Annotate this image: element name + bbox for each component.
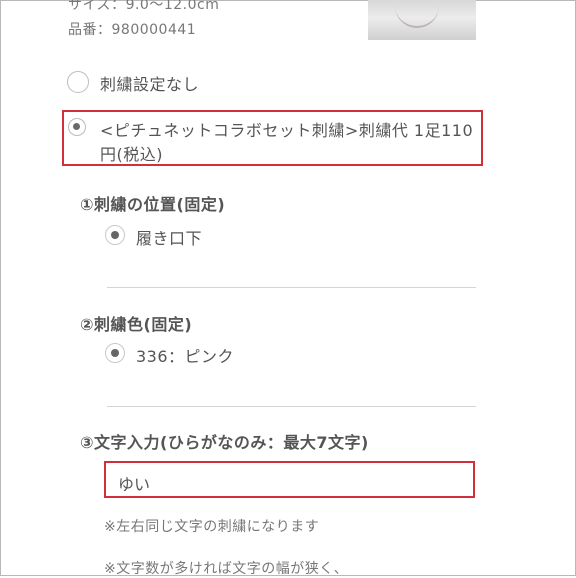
color-option-label[interactable]: 336：ピンク (136, 343, 234, 367)
radio-collab-embroidery[interactable] (68, 118, 86, 136)
section-position-title: ①刺繍の位置(固定) (80, 195, 226, 214)
section-color-title: ②刺繍色(固定) (80, 315, 193, 334)
radio-color[interactable] (105, 343, 125, 363)
radio-position[interactable] (105, 225, 125, 245)
note-same-text: ※左右同じ文字の刺繍になります (104, 519, 320, 535)
product-code: 品番：980000441 (68, 22, 197, 38)
position-option-label[interactable]: 履き口下 (136, 225, 202, 249)
option-no-embroidery-label[interactable]: 刺繍設定なし (100, 71, 199, 95)
option-collab-label-line2[interactable]: 円(税込) (100, 141, 163, 165)
section-text-title: ③文字入力(ひらがなのみ：最大7文字) (80, 433, 369, 452)
embroidery-text-input[interactable]: ゆい (104, 461, 475, 498)
product-size: サイズ：9.0〜12.0cm (68, 0, 220, 13)
divider-1 (107, 287, 476, 288)
note-text-width: ※文字数が多ければ文字の幅が狭く、 (104, 561, 349, 577)
radio-no-embroidery[interactable] (67, 71, 89, 93)
divider-2 (107, 406, 476, 407)
option-collab-label-line1[interactable]: <ピチュネットコラボセット刺繍>刺繍代 1足110 (100, 117, 473, 141)
